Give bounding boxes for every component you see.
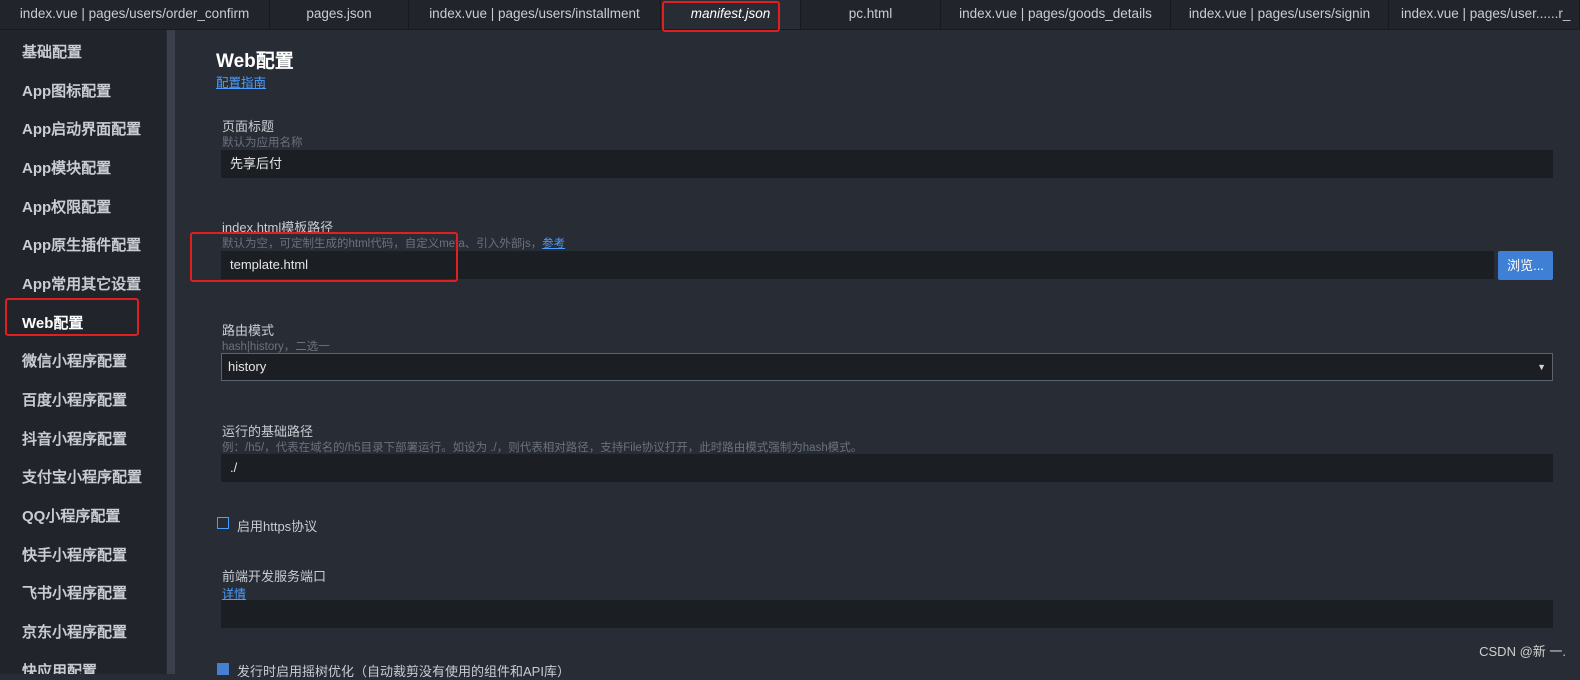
settings-sidebar: 基础配置 App图标配置 App启动界面配置 App模块配置 App权限配置 A… (0, 30, 166, 674)
dev-port-label: 前端开发服务端口 (222, 569, 327, 584)
base-path-hint: 例：/h5/，代表在域名的/h5目录下部署运行。如设为 ./，则代表相对路径，支… (222, 442, 863, 454)
sidebar-item-app-splash[interactable]: App启动界面配置 (22, 120, 141, 140)
sidebar-item-weixin[interactable]: 微信小程序配置 (22, 352, 127, 372)
browse-button[interactable]: 浏览... (1498, 251, 1553, 280)
sidebar-item-basic[interactable]: 基础配置 (22, 43, 82, 63)
sidebar-item-app-other[interactable]: App常用其它设置 (22, 275, 141, 295)
template-path-hint: 默认为空，可定制生成的html代码，自定义meta、引入外部js，参考 (222, 235, 565, 251)
https-checkbox[interactable] (217, 517, 229, 529)
tab-pages-json[interactable]: pages.json (270, 0, 409, 29)
treeshake-checkbox-label: 发行时启用摇树优化（自动裁剪没有使用的组件和API库） (237, 664, 570, 679)
tab-users-truncated[interactable]: index.vue | pages/user......r_ (1389, 0, 1580, 29)
page-title: Web配置 (216, 51, 294, 72)
sidebar-item-web[interactable]: Web配置 (22, 314, 83, 334)
sidebar-item-app-native-plugins[interactable]: App原生插件配置 (22, 236, 141, 256)
page-title-input[interactable]: 先享后付 (221, 150, 1553, 178)
treeshake-checkbox[interactable] (217, 663, 229, 675)
sidebar-item-app-modules[interactable]: App模块配置 (22, 159, 111, 179)
tab-installment[interactable]: index.vue | pages/users/installment (409, 0, 661, 29)
sidebar-item-qq[interactable]: QQ小程序配置 (22, 507, 120, 527)
router-mode-select[interactable]: history ▼ (221, 353, 1553, 381)
router-mode-value: history (228, 359, 267, 374)
tab-order-confirm[interactable]: index.vue | pages/users/order_confirm (0, 0, 270, 29)
dev-port-input[interactable] (221, 600, 1553, 628)
https-checkbox-label: 启用https协议 (237, 519, 318, 534)
template-path-label: index.html模板路径 (222, 220, 334, 235)
page-title-label: 页面标题 (222, 119, 275, 134)
template-reference-link[interactable]: 参考 (542, 238, 565, 250)
tab-goods-details[interactable]: index.vue | pages/goods_details (941, 0, 1171, 29)
sidebar-item-feishu[interactable]: 飞书小程序配置 (22, 584, 127, 604)
sidebar-item-douyin[interactable]: 抖音小程序配置 (22, 430, 127, 450)
watermark: CSDN @新 一. (1479, 644, 1566, 659)
editor-tab-bar: index.vue | pages/users/order_confirm pa… (0, 0, 1580, 30)
tab-signin[interactable]: index.vue | pages/users/signin (1171, 0, 1389, 29)
sidebar-scrollbar[interactable] (167, 30, 175, 674)
tab-manifest-json[interactable]: manifest.json (661, 0, 801, 29)
tab-pc-html[interactable]: pc.html (801, 0, 941, 29)
page-title-hint: 默认为应用名称 (222, 137, 303, 149)
chevron-down-icon: ▼ (1537, 362, 1546, 372)
router-mode-label: 路由模式 (222, 323, 275, 338)
template-path-hint-text: 默认为空，可定制生成的html代码，自定义meta、引入外部js， (222, 238, 543, 250)
sidebar-item-alipay[interactable]: 支付宝小程序配置 (22, 468, 142, 488)
template-path-input[interactable]: template.html (221, 251, 1494, 279)
base-path-input[interactable]: ./ (221, 454, 1553, 482)
sidebar-item-app-icon[interactable]: App图标配置 (22, 82, 111, 102)
router-mode-hint: hash|history，二选一 (222, 341, 330, 353)
sidebar-item-kuaishou[interactable]: 快手小程序配置 (22, 546, 127, 566)
sidebar-item-jd[interactable]: 京东小程序配置 (22, 623, 127, 643)
sidebar-item-baidu[interactable]: 百度小程序配置 (22, 391, 127, 411)
sidebar-item-quickapp[interactable]: 快应用配置 (22, 662, 97, 674)
base-path-label: 运行的基础路径 (222, 424, 314, 439)
sidebar-item-app-permissions[interactable]: App权限配置 (22, 198, 111, 218)
config-guide-link[interactable]: 配置指南 (216, 72, 266, 91)
web-config-panel: Web配置 配置指南 页面标题 默认为应用名称 先享后付 index.html模… (176, 30, 1580, 679)
